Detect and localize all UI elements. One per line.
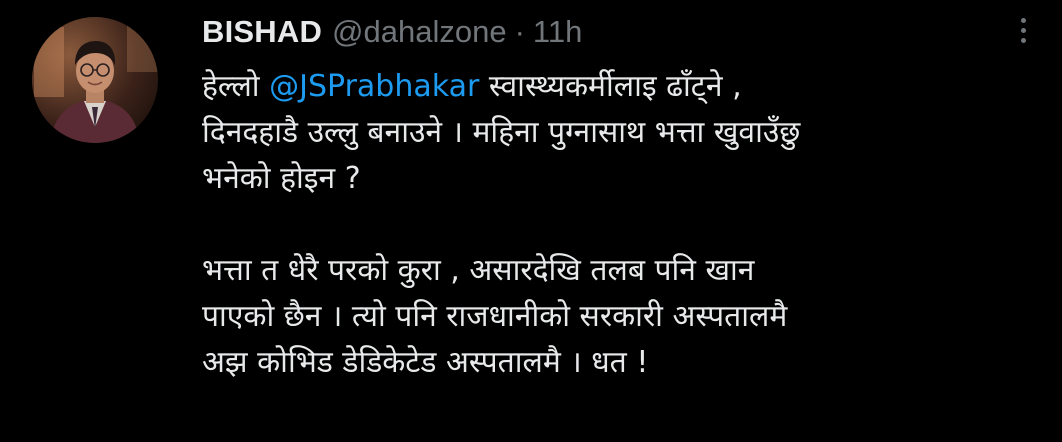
tweet-paragraph: भत्ता त धेरै परको कुरा , असारदेखि तलब पन… — [202, 248, 1042, 386]
tweet-paragraph: हेल्लो @JSPrabhakar स्वास्थ्यकर्मीलाइ ढा… — [202, 64, 1042, 202]
tweet-text-segment: हेल्लो — [202, 69, 270, 104]
avatar[interactable] — [32, 17, 158, 143]
separator-dot: · — [514, 14, 525, 49]
author-handle[interactable]: @dahalzone — [332, 14, 507, 50]
tweet-text-segment: स्वास्थ्यकर्मीलाइ ढाँट्ने , — [479, 69, 742, 104]
tweet-line: भत्ता त धेरै परको कुरा , असारदेखि तलब पन… — [202, 253, 755, 288]
mention-link[interactable]: @JSPrabhakar — [269, 69, 479, 104]
tweet[interactable]: BISHAD @dahalzone · 11h हेल्लो @JSPrabha… — [0, 0, 1062, 442]
tweet-line: दिनदहाडै उल्लु बनाउने । महिना पुग्नासाथ … — [202, 115, 801, 150]
tweet-line: हेल्लो @JSPrabhakar स्वास्थ्यकर्मीलाइ ढा… — [202, 64, 1042, 110]
author-display-name[interactable]: BISHAD — [202, 14, 322, 50]
menu-dot — [1020, 37, 1026, 43]
more-vertical-icon[interactable] — [1008, 10, 1038, 50]
tweet-header: BISHAD @dahalzone · 11h — [202, 14, 582, 54]
menu-dot — [1020, 27, 1026, 33]
menu-dot — [1020, 17, 1026, 23]
avatar-image — [32, 17, 158, 143]
tweet-text: हेल्लो @JSPrabhakar स्वास्थ्यकर्मीलाइ ढा… — [202, 64, 1042, 386]
tweet-line: पाएको छैन । त्यो पनि राजधानीको सरकारी अस… — [202, 299, 788, 334]
tweet-line: अझ कोभिड डेडिकेटेड अस्पतालमै । धत ! — [202, 345, 649, 380]
tweet-line: भनेको होइन ? — [202, 161, 361, 196]
tweet-timestamp[interactable]: 11h — [533, 14, 582, 50]
